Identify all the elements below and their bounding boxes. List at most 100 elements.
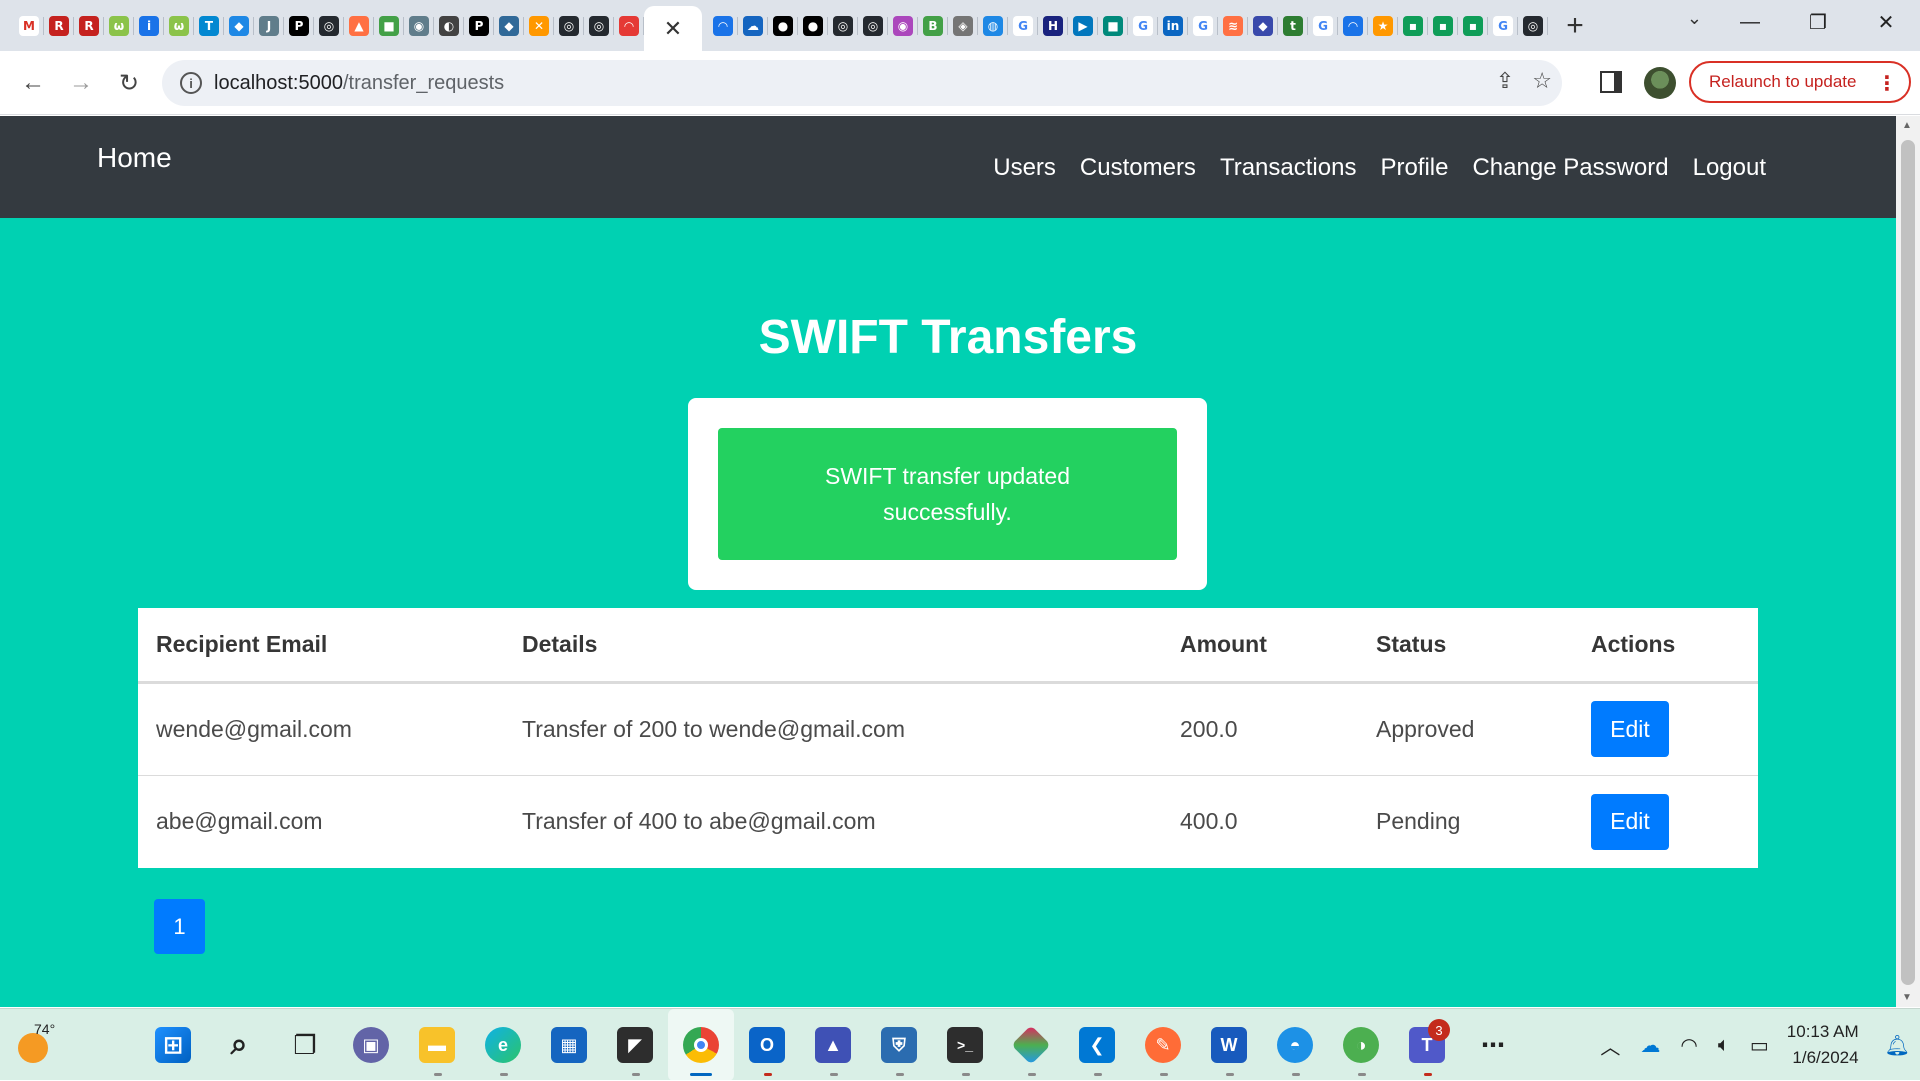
tab-app[interactable]: T [194, 0, 224, 51]
taskbar-docker[interactable]: ◓ [1262, 1009, 1328, 1081]
volume-icon[interactable]: 🔈︎ [1718, 1034, 1730, 1057]
onedrive-cloud-icon[interactable]: ☁ [1640, 1033, 1660, 1058]
taskbar-app[interactable]: ◤ [602, 1009, 668, 1081]
edit-button[interactable]: Edit [1591, 793, 1669, 850]
tray-chevron-up-icon[interactable]: ︿ [1600, 1031, 1620, 1060]
tab-python[interactable]: ◆ [494, 0, 524, 51]
battery-icon[interactable]: ▭ [1750, 1033, 1769, 1058]
tab-app[interactable]: ◉ [888, 0, 918, 51]
taskbar-search[interactable]: ⌕ [206, 1009, 272, 1081]
tab-github[interactable]: ◎ [1518, 0, 1548, 51]
wifi-icon[interactable]: ◠ [1680, 1033, 1697, 1058]
side-panel-icon[interactable] [1600, 71, 1622, 93]
taskbar-postman[interactable]: ✎ [1130, 1009, 1196, 1081]
page-scrollbar[interactable]: ▲ ▼ [1896, 116, 1920, 1007]
taskbar-clock[interactable]: 10:13 AM 1/6/2024 [1787, 1019, 1859, 1071]
tab-google[interactable]: G [1188, 0, 1218, 51]
nav-users[interactable]: Users [993, 154, 1056, 182]
nav-profile[interactable]: Profile [1380, 154, 1448, 182]
tab-meet[interactable]: ■ [1098, 0, 1128, 51]
tab-github[interactable]: ◎ [858, 0, 888, 51]
tab-app[interactable]: i [134, 0, 164, 51]
tab-app[interactable]: ▶ [1068, 0, 1098, 51]
tab-gmail[interactable]: M [14, 0, 44, 51]
tab-app[interactable]: B [918, 0, 948, 51]
tab-google[interactable]: G [1488, 0, 1518, 51]
reload-icon[interactable]: ↻ [111, 65, 147, 101]
notification-bell-icon[interactable]: 🔔︎ [1885, 1033, 1910, 1058]
tab-medium[interactable]: ● [768, 0, 798, 51]
tab-search-chevron-icon[interactable]: ⌄ [1687, 8, 1702, 29]
restore-button[interactable]: ❐ [1784, 0, 1852, 44]
tab-app[interactable]: ω [164, 0, 194, 51]
start-button[interactable]: ⊞ [140, 1009, 206, 1081]
taskbar-file-explorer[interactable]: ▬ [404, 1009, 470, 1081]
tab-app[interactable]: ◠ [614, 0, 644, 51]
scroll-up-icon[interactable]: ▲ [1902, 120, 1912, 131]
taskbar-teams[interactable]: T3 [1394, 1009, 1460, 1081]
back-arrow-icon[interactable]: ← [15, 65, 51, 101]
tab-app[interactable]: ■ [374, 0, 404, 51]
taskbar-teams-chat[interactable]: ▣ [338, 1009, 404, 1081]
tab-app[interactable]: ◉ [404, 0, 434, 51]
tab-github[interactable]: ◎ [828, 0, 858, 51]
tab-google[interactable]: G [1008, 0, 1038, 51]
tab-app[interactable]: t [1278, 0, 1308, 51]
tab-app[interactable]: P [464, 0, 494, 51]
tab-app[interactable]: ☁ [738, 0, 768, 51]
tab-app[interactable]: ◐ [434, 0, 464, 51]
tab-app[interactable]: ▲ [344, 0, 374, 51]
tab-linkedin[interactable]: in [1158, 0, 1188, 51]
nav-logout[interactable]: Logout [1693, 154, 1766, 182]
tab-google[interactable]: G [1128, 0, 1158, 51]
taskbar-vscode[interactable]: ❮ [1064, 1009, 1130, 1081]
tab-app[interactable]: ω [104, 0, 134, 51]
close-window-button[interactable]: ✕ [1852, 0, 1920, 44]
tab-close-icon[interactable]: ✕ [664, 16, 682, 42]
tab-google[interactable]: G [1308, 0, 1338, 51]
share-icon[interactable]: ⇪ [1496, 68, 1514, 94]
bookmark-star-icon[interactable]: ☆ [1532, 68, 1552, 94]
site-info-icon[interactable]: i [180, 72, 202, 94]
tab-app[interactable]: ◍ [978, 0, 1008, 51]
tab-app[interactable]: ◠ [1338, 0, 1368, 51]
taskbar-word[interactable]: W [1196, 1009, 1262, 1081]
tab-app[interactable]: ≋ [1218, 0, 1248, 51]
minimize-button[interactable]: — [1716, 0, 1784, 44]
tab-app[interactable]: R [44, 0, 74, 51]
taskbar-terminal[interactable]: >_ [932, 1009, 998, 1081]
nav-change-password[interactable]: Change Password [1472, 154, 1668, 182]
tab-sheets[interactable]: ▪ [1428, 0, 1458, 51]
taskbar-chrome[interactable] [668, 1009, 734, 1081]
tab-sheets[interactable]: ▪ [1398, 0, 1428, 51]
tab-sheets[interactable]: ▪ [1458, 0, 1488, 51]
url-text[interactable]: localhost:5000/transfer_requests [214, 72, 504, 95]
tab-app[interactable]: ◠ [708, 0, 738, 51]
tab-app[interactable]: J [254, 0, 284, 51]
taskbar-defender[interactable]: ⛨ [866, 1009, 932, 1081]
tab-app[interactable]: H [1038, 0, 1068, 51]
more-menu-icon[interactable]: ⋮ [1877, 71, 1897, 96]
tab-app[interactable]: ◆ [1248, 0, 1278, 51]
new-tab-button[interactable]: + [1556, 0, 1594, 51]
taskbar-overflow[interactable]: ⋯ [1460, 1009, 1526, 1081]
taskbar-store[interactable]: ▦ [536, 1009, 602, 1081]
tab-app[interactable]: ✕ [524, 0, 554, 51]
tab-app[interactable]: ★ [1368, 0, 1398, 51]
taskbar-edge[interactable]: e [470, 1009, 536, 1081]
tab-app[interactable]: ◎ [584, 0, 614, 51]
taskbar-app[interactable]: ▲ [800, 1009, 866, 1081]
address-bar[interactable]: i localhost:5000/transfer_requests ⇪ ☆ [162, 60, 1562, 106]
weather-widget[interactable]: 74° [16, 1021, 56, 1063]
tab-app[interactable]: ◆ [224, 0, 254, 51]
tab-app[interactable]: ◈ [948, 0, 978, 51]
home-link[interactable]: Home [97, 142, 172, 174]
nav-transactions[interactable]: Transactions [1220, 154, 1357, 182]
relaunch-button[interactable]: Relaunch to update ⋮ [1689, 61, 1911, 103]
tab-github[interactable]: ◎ [554, 0, 584, 51]
forward-arrow-icon[interactable]: → [63, 65, 99, 101]
scroll-down-icon[interactable]: ▼ [1902, 992, 1912, 1003]
tab-app[interactable]: P [284, 0, 314, 51]
active-tab[interactable]: ✕ [644, 6, 702, 51]
tab-github[interactable]: ◎ [314, 0, 344, 51]
